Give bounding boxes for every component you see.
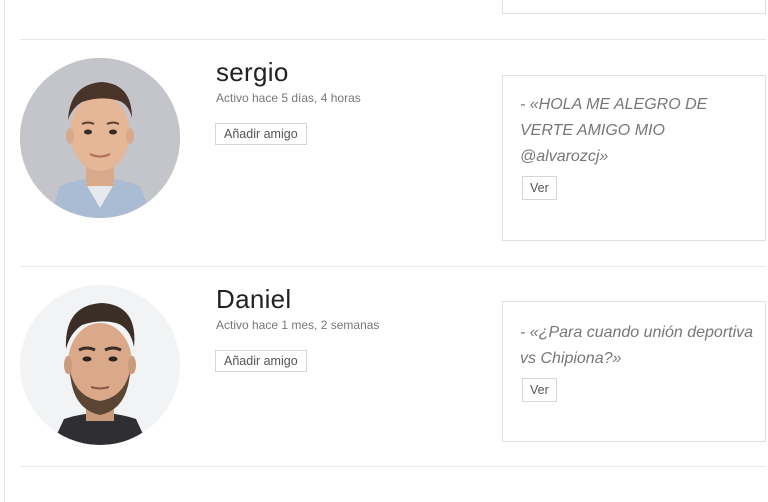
page-left-border [4,0,5,502]
divider [20,466,766,467]
avatar[interactable] [20,58,180,218]
view-update-button[interactable]: Ver [522,176,557,200]
view-update-button[interactable]: Ver [522,378,557,402]
profile-photo-icon [20,58,180,218]
divider [20,266,766,267]
add-friend-button[interactable]: Añadir amigo [215,123,307,145]
member-name[interactable]: sergio [216,57,289,88]
member-activity: Activo hace 5 días, 4 horas [216,91,361,105]
latest-update-text: - «HOLA ME ALEGRO DE VERTE AMIGO MIO @al… [520,96,708,165]
avatar[interactable] [20,285,180,445]
previous-update-box [502,0,766,14]
member-activity: Activo hace 1 mes, 2 semanas [216,318,380,332]
member-name[interactable]: Daniel [216,284,292,315]
profile-photo-icon [20,285,180,445]
latest-update-box: - «¿Para cuando unión deportiva vs Chipi… [502,301,766,442]
latest-update-text: - «¿Para cuando unión deportiva vs Chipi… [520,324,754,367]
latest-update-box: - «HOLA ME ALEGRO DE VERTE AMIGO MIO @al… [502,75,766,241]
divider [20,39,766,40]
add-friend-button[interactable]: Añadir amigo [215,350,307,372]
